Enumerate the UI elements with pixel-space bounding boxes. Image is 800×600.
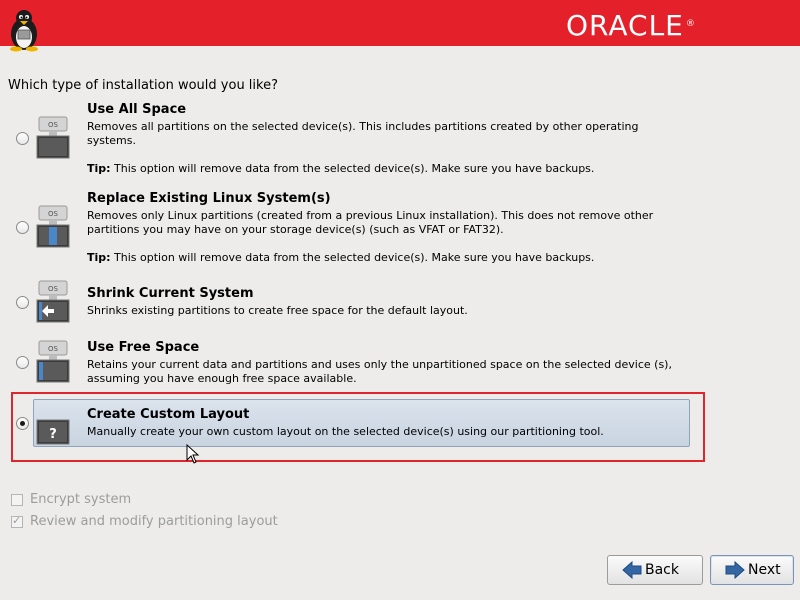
os-free-space-icon: OS [36,340,70,383]
option-desc-replace-existing: Removes only Linux partitions (created f… [87,209,654,236]
next-button-label: Next [748,562,781,578]
option-title-use-free-space[interactable]: Use Free Space [87,340,199,355]
encrypt-system-label: Encrypt system [30,492,132,507]
install-type-question: Which type of installation would you lik… [8,78,278,93]
option-desc-use-all-space: Removes all partitions on the selected d… [87,120,639,147]
review-layout-label: Review and modify partitioning layout [30,514,278,529]
svg-text:OS: OS [48,345,59,353]
option-desc-create-custom-layout: Manually create your own custom layout o… [87,425,604,438]
svg-text:?: ? [49,427,57,442]
next-arrow-icon [725,561,745,579]
option-title-create-custom-layout[interactable]: Create Custom Layout [87,407,249,422]
os-disk-icon: OS [36,116,70,159]
option-tip-replace-existing: Tip: This option will remove data from t… [87,251,595,264]
svg-text:OS: OS [48,285,59,293]
radio-use-all-space[interactable] [16,132,29,145]
option-title-use-all-space[interactable]: Use All Space [87,102,186,117]
option-title-replace-existing[interactable]: Replace Existing Linux System(s) [87,191,331,206]
next-button[interactable]: Next [710,555,794,585]
option-title-shrink-current[interactable]: Shrink Current System [87,286,254,301]
radio-create-custom-layout[interactable] [16,417,29,430]
option-tip-use-all-space: Tip: This option will remove data from t… [87,162,595,175]
svg-text:OS: OS [48,210,59,218]
svg-text:OS: OS [48,121,59,129]
os-replace-icon: OS [36,205,70,248]
mouse-cursor-icon [186,444,200,464]
back-arrow-icon [622,561,642,579]
back-button[interactable]: Back [607,555,703,585]
custom-layout-icon: ? [36,419,70,445]
encrypt-system-checkbox[interactable] [11,494,23,506]
radio-replace-existing[interactable] [16,221,29,234]
os-shrink-icon: OS [36,280,70,323]
radio-shrink-current[interactable] [16,296,29,309]
radio-use-free-space[interactable] [16,356,29,369]
option-desc-use-free-space: Retains your current data and partitions… [87,358,672,385]
option-desc-shrink-current: Shrinks existing partitions to create fr… [87,304,468,317]
review-layout-checkbox[interactable] [11,514,23,528]
oracle-logo: ORACLE ® [566,9,696,42]
tux-penguin-icon [10,10,38,52]
back-button-label: Back [645,562,679,578]
